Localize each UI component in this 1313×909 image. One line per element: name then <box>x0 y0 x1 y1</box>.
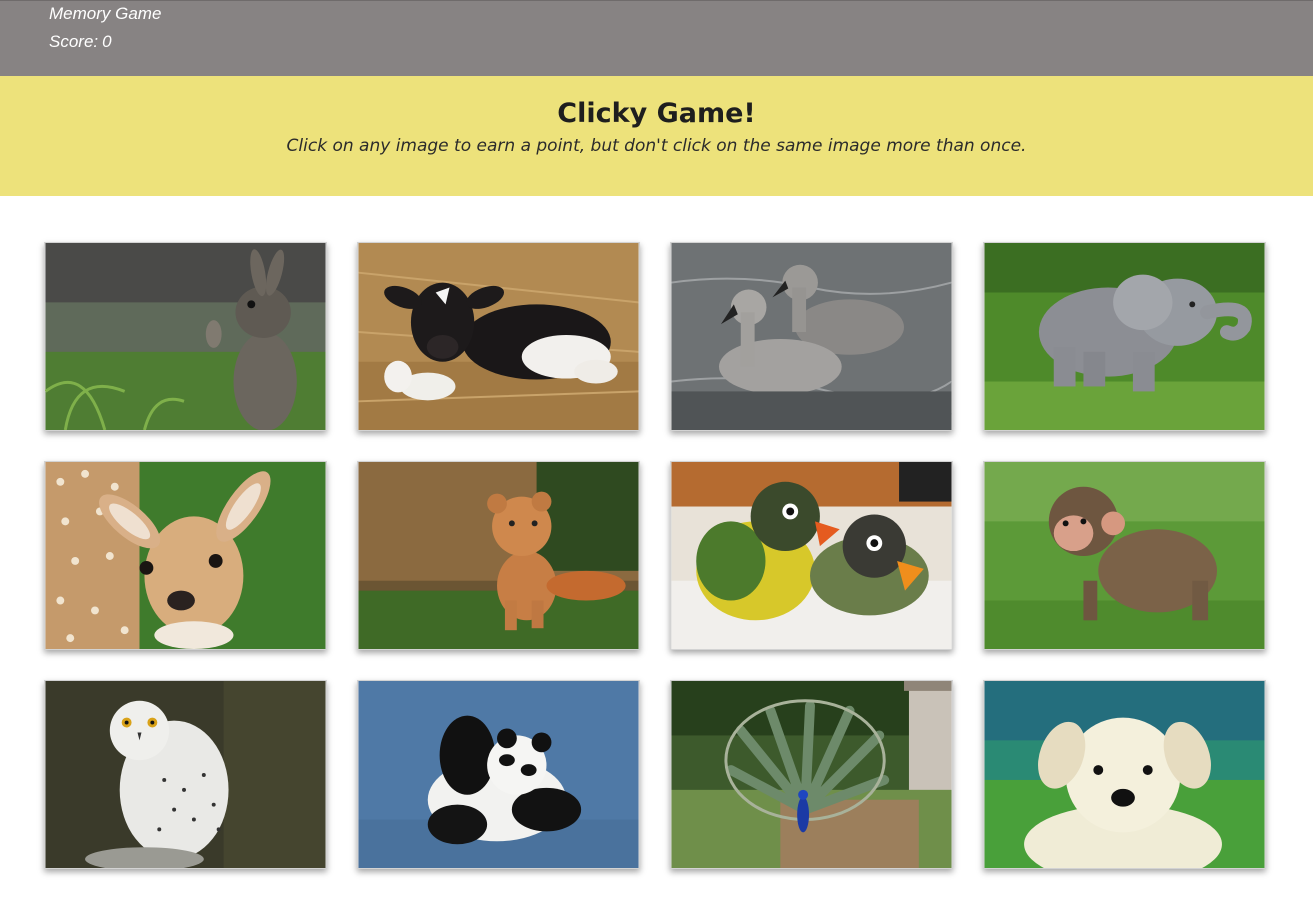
card-panda[interactable] <box>357 680 640 869</box>
card-cygnets[interactable] <box>670 242 953 431</box>
rabbit-image <box>45 243 326 430</box>
score-label: Score: <box>49 32 99 51</box>
card-peacock[interactable] <box>670 680 953 869</box>
card-elephant[interactable] <box>983 242 1266 431</box>
card-fawn[interactable] <box>44 461 327 650</box>
card-puppy[interactable] <box>983 680 1266 869</box>
brand-title[interactable]: Memory Game <box>49 3 161 25</box>
puppy-image <box>984 681 1265 868</box>
snowy-owl-image <box>45 681 326 868</box>
card-calf[interactable] <box>357 242 640 431</box>
panda-image <box>358 681 639 868</box>
monkey-image <box>984 462 1265 649</box>
card-snowy-owl[interactable] <box>44 680 327 869</box>
card-monkey[interactable] <box>983 461 1266 650</box>
card-rabbit[interactable] <box>44 242 327 431</box>
score-display: Score: 0 <box>49 31 112 53</box>
lovebirds-image <box>671 462 952 649</box>
image-grid <box>44 242 1267 869</box>
hero-banner: Clicky Game! Click on any image to earn … <box>0 76 1313 196</box>
card-lion-cub[interactable] <box>357 461 640 650</box>
instructions: Click on any image to earn a point, but … <box>286 136 1027 156</box>
score-value: 0 <box>102 32 112 51</box>
peacock-image <box>671 681 952 868</box>
navbar: Memory Game Score: 0 <box>0 0 1313 76</box>
card-lovebirds[interactable] <box>670 461 953 650</box>
cygnets-image <box>671 243 952 430</box>
lion-cub-image <box>358 462 639 649</box>
calf-image <box>358 243 639 430</box>
elephant-image <box>984 243 1265 430</box>
fawn-image <box>45 462 326 649</box>
page-title: Clicky Game! <box>557 98 756 129</box>
